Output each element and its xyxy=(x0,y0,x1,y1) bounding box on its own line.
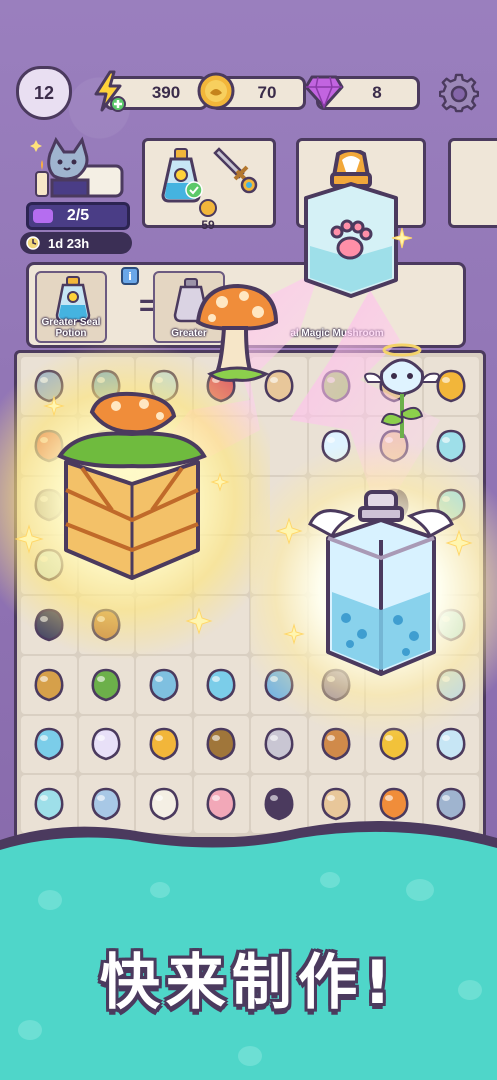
banner-title: 快来制作! xyxy=(99,948,398,1018)
sparkle-effects xyxy=(14,227,473,645)
